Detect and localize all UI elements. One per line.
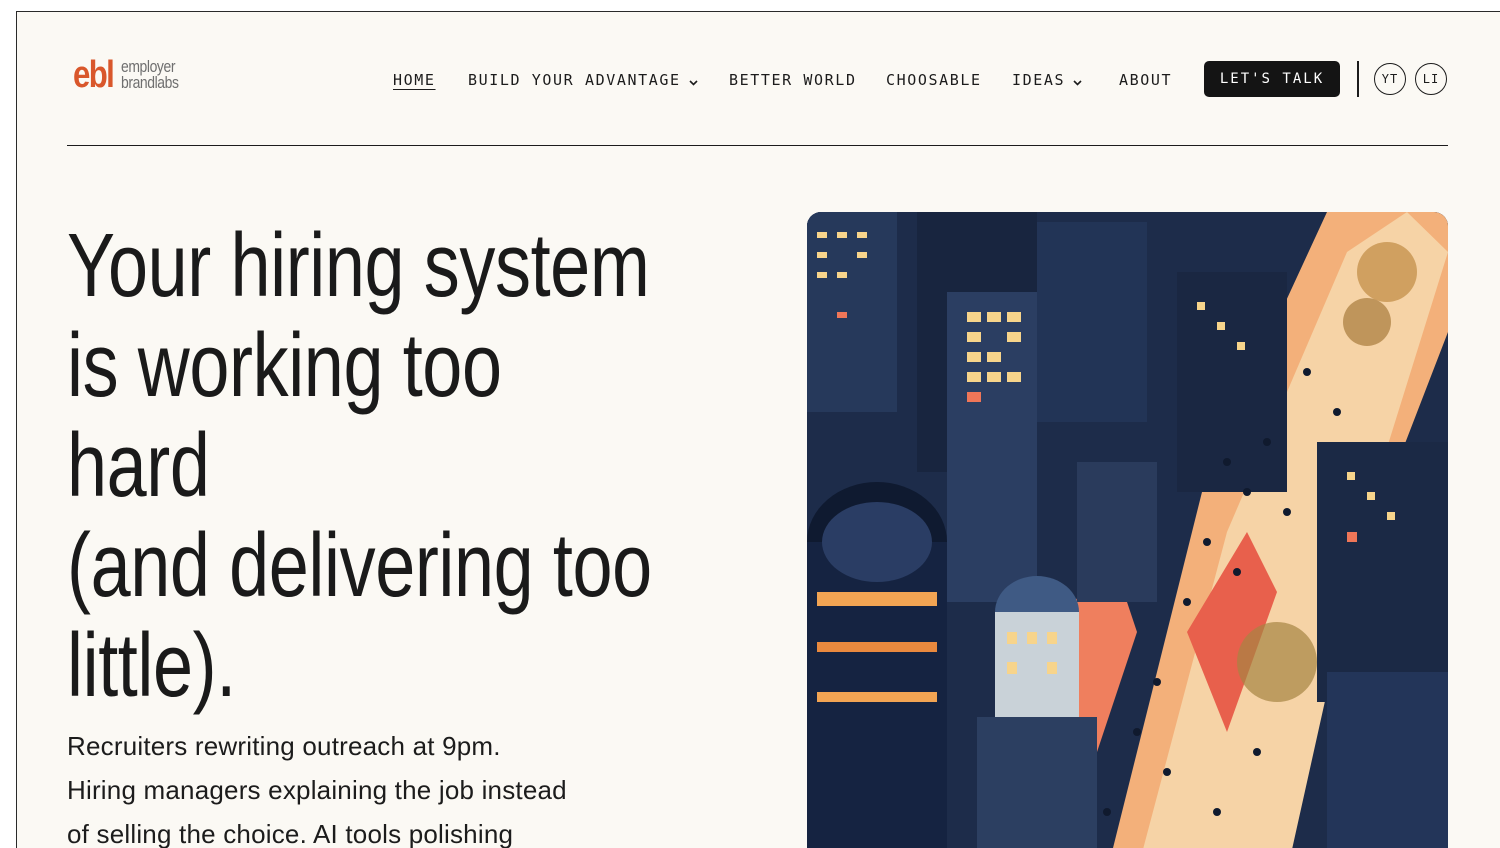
page-frame: ebl employer brandlabs HOME BUILD YOUR A… <box>16 11 1500 848</box>
headline-line: hard <box>67 416 210 516</box>
nav-label: CHOOSABLE <box>886 71 982 89</box>
nav-item-home[interactable]: HOME <box>393 62 436 98</box>
hero-subtext: Recruiters rewriting outreach at 9pm. Hi… <box>67 724 627 848</box>
subtext-line: Hiring managers explaining the job inste… <box>67 775 567 805</box>
chevron-down-icon <box>1073 63 1082 99</box>
nav-label: BETTER WORLD <box>729 71 857 89</box>
youtube-link[interactable]: YT <box>1374 63 1406 95</box>
headline-line: little). <box>67 616 236 716</box>
subtext-line: of selling the choice. AI tools polishin… <box>67 819 514 848</box>
nav-item-better-world[interactable]: BETTER WORLD <box>729 62 857 98</box>
nav-item-about[interactable]: ABOUT <box>1119 62 1172 98</box>
headline-line: is working too <box>67 316 502 416</box>
headline-line: (and delivering too <box>67 516 652 616</box>
subtext-line: Recruiters rewriting outreach at 9pm. <box>67 731 501 761</box>
brand-logo[interactable]: ebl employer brandlabs <box>73 56 191 94</box>
headline-line: Your hiring system <box>67 216 650 316</box>
lets-talk-button[interactable]: LET'S TALK <box>1204 61 1340 97</box>
linkedin-link[interactable]: LI <box>1415 63 1447 95</box>
logo-mark: ebl <box>73 54 115 96</box>
nav-item-ideas[interactable]: IDEAS <box>1012 62 1082 98</box>
nav-item-choosable[interactable]: CHOOSABLE <box>886 62 982 98</box>
city-illustration-icon <box>807 212 1448 848</box>
header-divider <box>1357 61 1359 97</box>
nav-label: BUILD YOUR ADVANTAGE <box>468 71 681 89</box>
nav-label: ABOUT <box>1119 71 1173 89</box>
nav-label: IDEAS <box>1012 71 1066 89</box>
logo-line-2: brandlabs <box>121 73 179 92</box>
logo-wordmark: employer brandlabs <box>121 58 179 92</box>
hero-headline: Your hiring system is working too hard (… <box>67 216 652 716</box>
nav-label: HOME <box>393 71 436 89</box>
header-rule <box>67 145 1448 146</box>
chevron-down-icon <box>689 63 698 99</box>
nav-item-build-your-advantage[interactable]: BUILD YOUR ADVANTAGE <box>468 62 698 98</box>
